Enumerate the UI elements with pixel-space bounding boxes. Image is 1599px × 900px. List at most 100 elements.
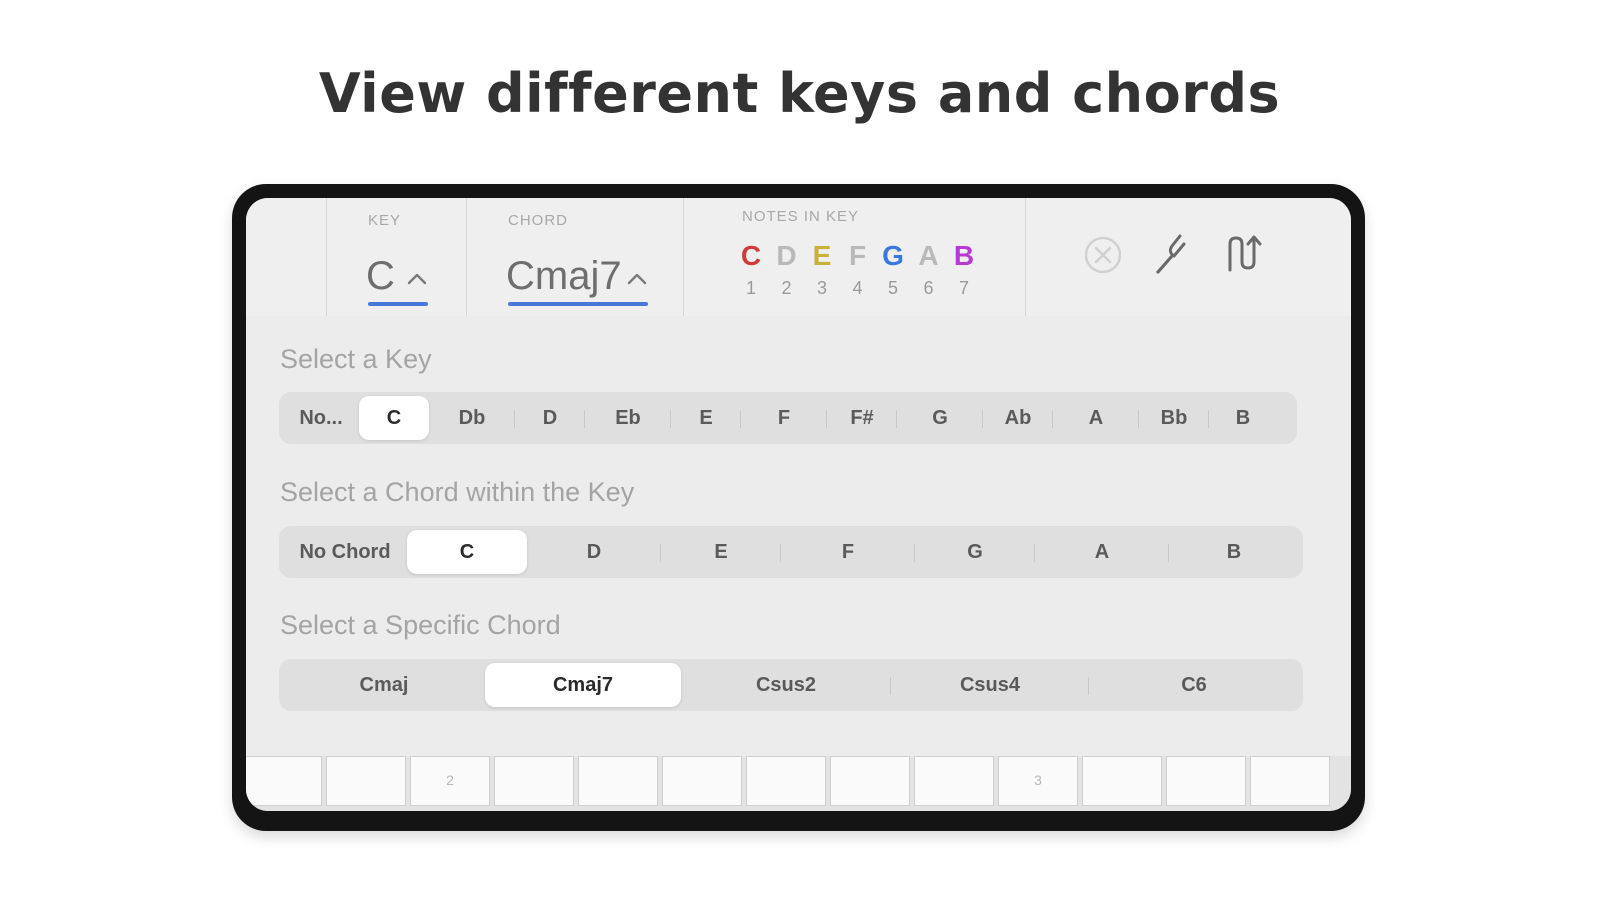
app-screen: KEY C CHORD Cmaj7 NOTES IN KEY C1D2E3F4G… — [246, 198, 1351, 811]
specific-chord-option-label: Cmaj7 — [552, 673, 614, 696]
notes-in-key-label: NOTES IN KEY — [742, 208, 860, 225]
piano-key[interactable] — [494, 756, 574, 806]
piano-key[interactable]: 2 — [410, 756, 490, 806]
specific-chord-option[interactable]: Csus2 — [681, 663, 891, 707]
piano-key[interactable] — [914, 756, 994, 806]
note-degree: 1 — [745, 278, 756, 298]
piano-key[interactable] — [1250, 756, 1330, 806]
clear-circle-icon[interactable] — [1082, 234, 1124, 276]
note-degree: 5 — [887, 278, 898, 298]
key-segmented-control: No... C Db D Eb E F F# G Ab A Bb B — [279, 392, 1297, 444]
chord-option[interactable]: F — [781, 530, 915, 574]
note-degree: 4 — [852, 278, 863, 298]
headline: View different keys and chords — [318, 62, 1281, 125]
note-degree: 7 — [958, 278, 969, 298]
tuning-fork-icon[interactable] — [1150, 230, 1196, 276]
piano-key[interactable] — [326, 756, 406, 806]
chord-option-label: E — [714, 540, 728, 563]
key-option-label: Bb — [1160, 406, 1188, 429]
chord-option-label: B — [1226, 540, 1242, 563]
note-degree: 6 — [923, 278, 934, 298]
piano-key[interactable]: 3 — [998, 756, 1078, 806]
key-option[interactable]: D — [515, 396, 585, 440]
note-degree: 2 — [781, 278, 792, 298]
toolbar-divider — [683, 198, 684, 316]
key-option-label: E — [699, 406, 713, 429]
piano-key[interactable] — [662, 756, 742, 806]
chord-option-label: A — [1094, 540, 1110, 563]
chord-option[interactable]: B — [1169, 530, 1299, 574]
note-name: B — [953, 240, 975, 271]
chord-segmented-control: No Chord C D E F G A B — [279, 526, 1303, 578]
key-option-label: B — [1235, 406, 1251, 429]
chord-underline — [508, 302, 648, 306]
specific-chord-segmented-control: Cmaj Cmaj7 Csus2 Csus4 C6 — [279, 659, 1303, 711]
toolbar-divider — [326, 198, 327, 316]
chevron-up-icon — [627, 273, 647, 285]
toolbar-divider — [1025, 198, 1026, 316]
chord-option[interactable]: G — [915, 530, 1035, 574]
note-name: A — [918, 240, 939, 271]
key-option-label: A — [1088, 406, 1104, 429]
toolbar-divider — [466, 198, 467, 316]
key-option-label: Eb — [615, 406, 641, 429]
tablet-frame: KEY C CHORD Cmaj7 NOTES IN KEY C1D2E3F4G… — [232, 184, 1365, 831]
key-option-label: F — [777, 406, 791, 429]
key-option[interactable]: G — [897, 396, 983, 440]
piano-key[interactable] — [1166, 756, 1246, 806]
chord-option[interactable]: D — [527, 530, 661, 574]
chord-option[interactable]: E — [661, 530, 781, 574]
chord-option-label: G — [967, 540, 983, 563]
specific-chord-option[interactable]: C6 — [1089, 663, 1299, 707]
note-degree: 3 — [816, 278, 827, 298]
key-label: KEY — [368, 212, 402, 229]
key-option-label: F# — [850, 406, 874, 429]
specific-chord-option[interactable]: Cmaj7 — [485, 663, 681, 707]
key-option[interactable]: B — [1209, 396, 1277, 440]
note-name: F — [848, 240, 867, 271]
key-option-label: D — [542, 406, 558, 429]
piano-key[interactable] — [1082, 756, 1162, 806]
piano-key[interactable] — [246, 756, 322, 806]
key-option-label: G — [932, 406, 948, 429]
key-value: C — [366, 254, 395, 298]
key-option[interactable]: No... — [283, 396, 359, 440]
piano-key[interactable] — [830, 756, 910, 806]
chord-option[interactable]: A — [1035, 530, 1169, 574]
chord-option[interactable]: No Chord — [283, 530, 407, 574]
toolbar: KEY C CHORD Cmaj7 NOTES IN KEY C 1D 2E 3 F 4G… — [246, 198, 1351, 316]
select-key-label: Select a Key — [280, 344, 432, 374]
chord-option-label: D — [586, 540, 602, 563]
key-option[interactable]: Db — [429, 396, 515, 440]
note-name: D — [776, 240, 797, 271]
piano-keyboard: 23 — [246, 756, 1351, 811]
chord-value: Cmaj7 — [506, 254, 622, 298]
specific-chord-option-label: Csus4 — [959, 673, 1021, 696]
piano-key[interactable] — [578, 756, 658, 806]
key-option[interactable]: C — [359, 396, 429, 440]
chord-label: CHORD — [508, 212, 568, 229]
key-option[interactable]: Bb — [1139, 396, 1209, 440]
specific-chord-option-label: Csus2 — [755, 673, 817, 696]
key-option[interactable]: A — [1053, 396, 1139, 440]
key-option[interactable]: F# — [827, 396, 897, 440]
specific-chord-option[interactable]: Cmaj — [283, 663, 485, 707]
chord-option-label: No Chord — [299, 540, 391, 563]
chord-option[interactable]: C — [407, 530, 527, 574]
transpose-icon[interactable] — [1222, 230, 1268, 276]
piano-key[interactable] — [746, 756, 826, 806]
note-name: C — [740, 240, 762, 271]
key-option-label: No... — [299, 406, 343, 429]
select-specific-label: Select a Specific Chord — [280, 610, 561, 640]
specific-chord-option-label: Cmaj — [359, 673, 409, 696]
key-underline — [368, 302, 428, 306]
key-option-label: C — [386, 406, 402, 429]
specific-chord-option-label: C6 — [1181, 673, 1207, 696]
specific-chord-option[interactable]: Csus4 — [891, 663, 1089, 707]
key-option[interactable]: Ab — [983, 396, 1053, 440]
key-option[interactable]: Eb — [585, 396, 671, 440]
note-name: G — [882, 240, 904, 271]
key-option[interactable]: F — [741, 396, 827, 440]
key-option[interactable]: E — [671, 396, 741, 440]
select-chord-label: Select a Chord within the Key — [280, 477, 635, 507]
